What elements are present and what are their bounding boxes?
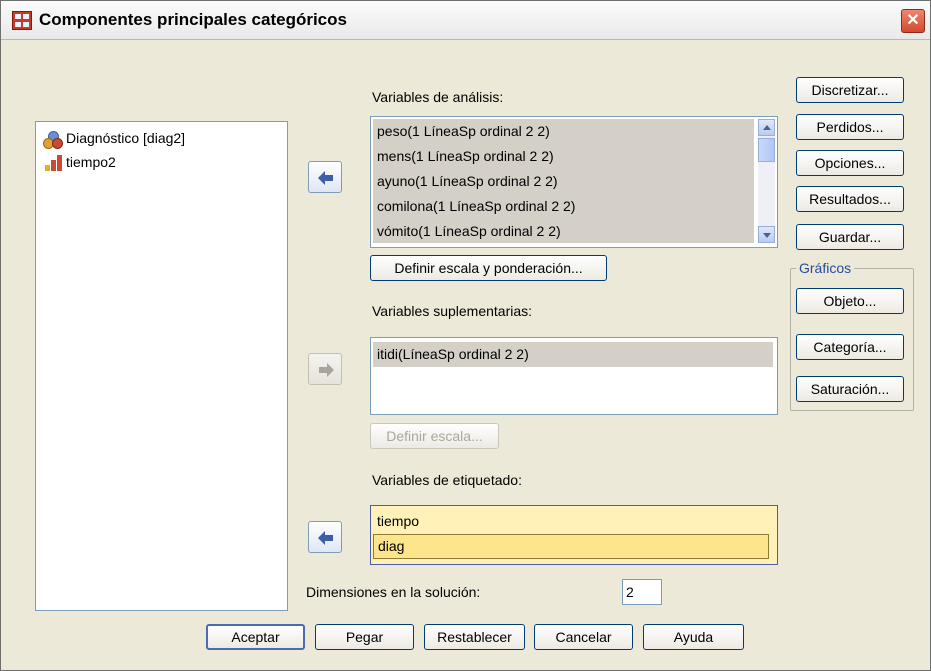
left-arrow-icon <box>318 531 333 545</box>
source-item-label: tiempo2 <box>66 154 116 170</box>
object-plot-button[interactable]: Objeto... <box>796 288 904 314</box>
labeling-variables-label: Variables de etiquetado: <box>372 472 522 488</box>
dimensions-input[interactable]: 2 <box>622 579 662 605</box>
chevron-down-icon <box>763 233 771 238</box>
analysis-item[interactable]: ayuno(1 LíneaSp ordinal 2 2) <box>373 169 754 194</box>
analysis-variables-list[interactable]: peso(1 LíneaSp ordinal 2 2) mens(1 Línea… <box>370 116 778 248</box>
options-button[interactable]: Opciones... <box>796 150 904 176</box>
analysis-item[interactable]: mens(1 LíneaSp ordinal 2 2) <box>373 144 754 169</box>
define-scale-weight-button[interactable]: Definir escala y ponderación... <box>370 255 607 281</box>
labeling-variables-list[interactable]: tiempo diag <box>370 505 778 565</box>
move-to-supplementary-button[interactable] <box>308 353 342 385</box>
output-button[interactable]: Resultados... <box>796 186 904 212</box>
dimensions-label: Dimensiones en la solución: <box>306 584 481 600</box>
scale-variable-icon <box>42 154 64 172</box>
right-arrow-icon <box>319 363 334 377</box>
help-button[interactable]: Ayuda <box>643 624 744 650</box>
reset-button[interactable]: Restablecer <box>424 624 525 650</box>
analysis-item[interactable]: comilona(1 LíneaSp ordinal 2 2) <box>373 194 754 219</box>
source-item-tiempo2[interactable]: tiempo2 <box>42 152 116 172</box>
analysis-scrollbar[interactable] <box>758 119 775 243</box>
title-bar: Componentes principales categóricos ✕ <box>1 1 930 40</box>
analysis-variables-label: Variables de análisis: <box>372 89 504 105</box>
nominal-variable-icon <box>42 130 64 150</box>
scroll-up-button[interactable] <box>758 119 775 136</box>
move-to-analysis-button[interactable] <box>308 161 342 193</box>
analysis-item[interactable]: vómito(1 LíneaSp ordinal 2 2) <box>373 219 754 243</box>
app-grid-icon <box>12 11 32 30</box>
ok-button[interactable]: Aceptar <box>206 624 305 650</box>
chevron-up-icon <box>763 125 771 130</box>
discretize-button[interactable]: Discretizar... <box>796 77 904 103</box>
source-item-label: Diagnóstico [diag2] <box>66 130 186 146</box>
source-variable-list[interactable]: Diagnóstico [diag2] tiempo2 <box>35 121 288 611</box>
close-button[interactable]: ✕ <box>901 9 925 33</box>
missing-button[interactable]: Perdidos... <box>796 114 904 140</box>
category-plot-button[interactable]: Categoría... <box>796 334 904 360</box>
scroll-thumb[interactable] <box>758 138 775 162</box>
paste-button[interactable]: Pegar <box>315 624 414 650</box>
supplementary-variables-list[interactable]: itidi(LíneaSp ordinal 2 2) <box>370 337 778 415</box>
move-to-labeling-button[interactable] <box>308 521 342 553</box>
loading-plot-button[interactable]: Saturación... <box>796 376 904 402</box>
define-scale-button[interactable]: Definir escala... <box>370 423 499 449</box>
cancel-button[interactable]: Cancelar <box>534 624 633 650</box>
supplementary-item[interactable]: itidi(LíneaSp ordinal 2 2) <box>373 342 773 367</box>
dialog-window: Componentes principales categóricos ✕ Di… <box>0 0 931 671</box>
analysis-item[interactable]: peso(1 LíneaSp ordinal 2 2) <box>373 119 754 144</box>
source-item-diagnostico[interactable]: Diagnóstico [diag2] <box>42 128 186 150</box>
dialog-title: Componentes principales categóricos <box>39 10 347 29</box>
save-button[interactable]: Guardar... <box>796 224 904 250</box>
left-arrow-icon <box>318 171 333 185</box>
labeling-item[interactable]: diag <box>373 534 769 559</box>
scroll-down-button[interactable] <box>758 226 775 243</box>
labeling-item[interactable]: tiempo <box>373 509 773 534</box>
plots-group-title: Gráficos <box>796 260 855 276</box>
supplementary-variables-label: Variables suplementarias: <box>372 303 533 319</box>
